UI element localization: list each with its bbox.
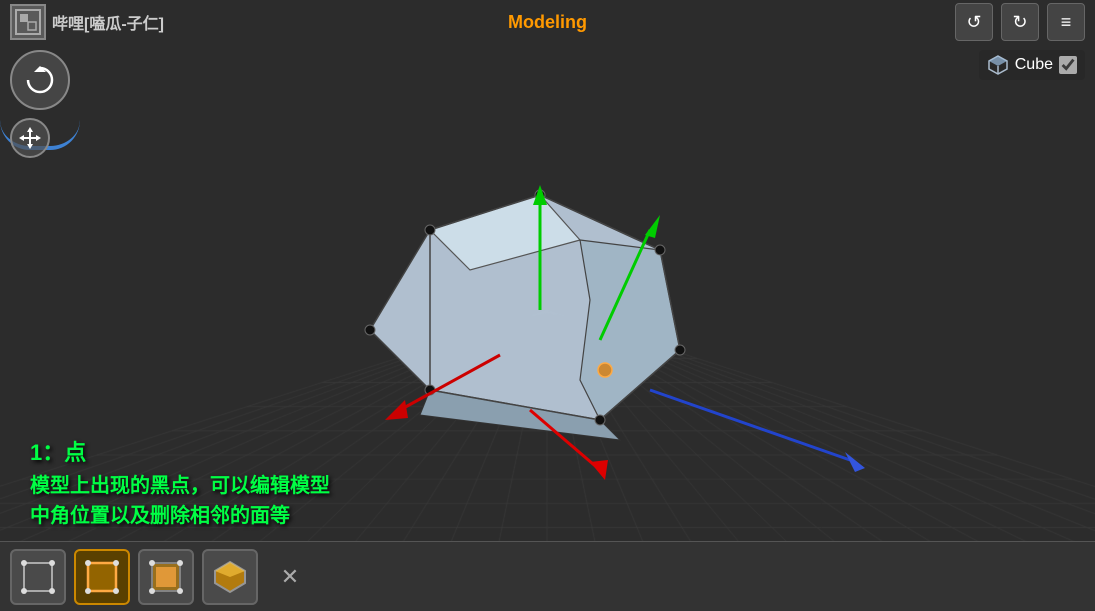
cube-icon xyxy=(987,54,1009,76)
vertex-mode-button[interactable] xyxy=(10,549,66,605)
redo-button[interactable]: ↻ xyxy=(1001,3,1039,41)
face-mode-button[interactable] xyxy=(138,549,194,605)
bottom-toolbar: ✕ xyxy=(0,541,1095,611)
orbit-button[interactable] xyxy=(10,50,70,110)
object-visibility-checkbox[interactable] xyxy=(1059,56,1077,74)
object-mode-button[interactable] xyxy=(202,549,258,605)
mode-label: Modeling xyxy=(508,12,587,33)
navigation-controls xyxy=(10,50,70,158)
annotation-body: 模型上出现的黑点，可以编辑模型中角位置以及删除相邻的面等 xyxy=(30,471,330,531)
pan-button[interactable] xyxy=(10,118,50,158)
annotation-panel: 1：点 模型上出现的黑点，可以编辑模型中角位置以及删除相邻的面等 xyxy=(30,435,330,531)
object-name-label: Cube xyxy=(1015,56,1053,74)
menu-button[interactable]: ≡ xyxy=(1047,3,1085,41)
annotation-title: 1：点 xyxy=(30,435,330,467)
edge-mode-button[interactable] xyxy=(74,549,130,605)
top-bar: 哔哩[嗑瓜-子仁] Modeling ↺ ↻ ≡ xyxy=(0,0,1095,44)
top-right-controls: ↺ ↻ ≡ xyxy=(955,3,1085,41)
logo-button[interactable] xyxy=(10,4,46,40)
window-title: 哔哩[嗑瓜-子仁] xyxy=(52,10,164,34)
object-panel: Cube xyxy=(979,50,1085,80)
undo-button[interactable]: ↺ xyxy=(955,3,993,41)
close-button[interactable]: ✕ xyxy=(270,557,310,597)
top-left-area: 哔哩[嗑瓜-子仁] xyxy=(10,4,164,40)
